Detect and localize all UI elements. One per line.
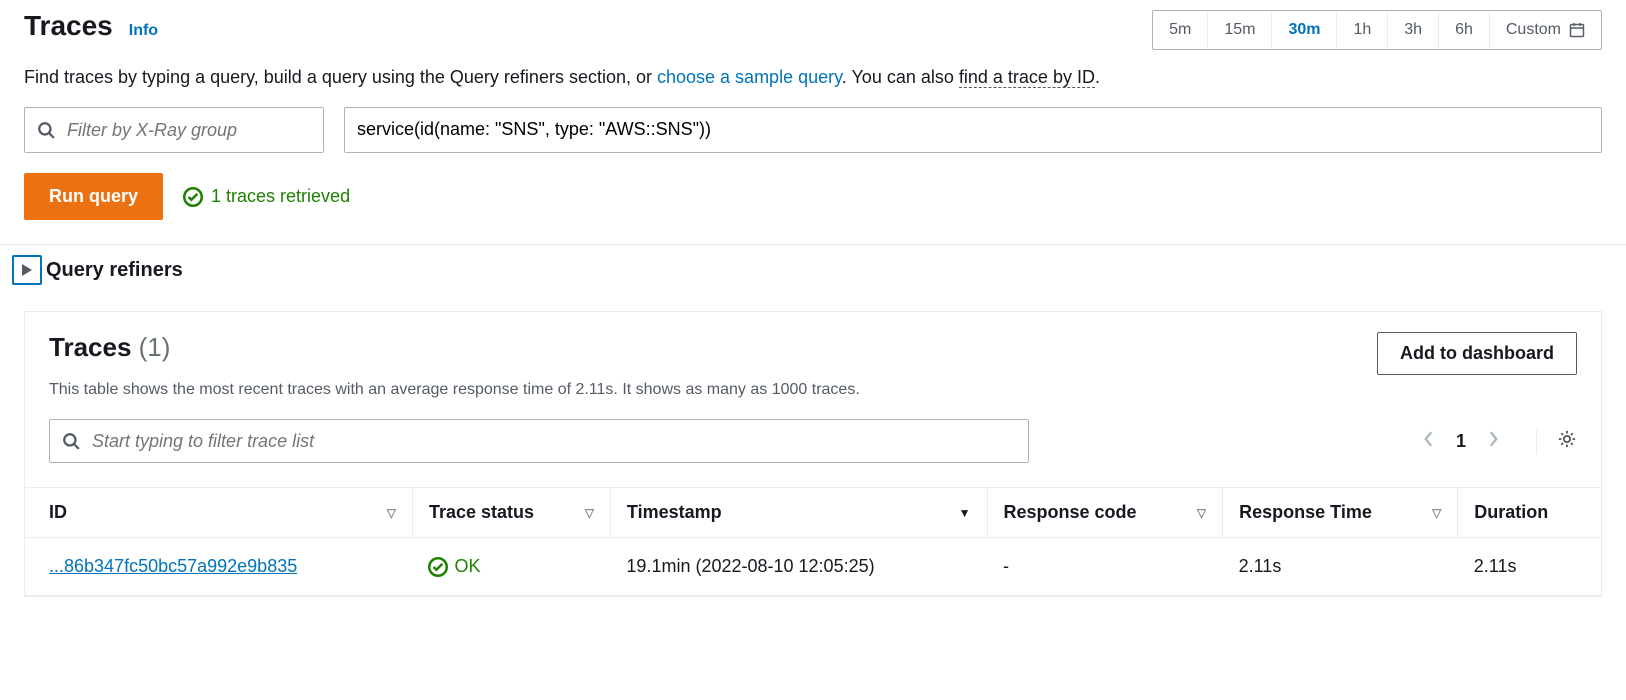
col-status[interactable]: Trace status ▽ [412,488,610,538]
page-title: Traces [24,10,113,42]
pagination: 1 [1422,429,1577,454]
time-range-selector: 5m 15m 30m 1h 3h 6h Custom [1152,10,1602,50]
check-circle-icon [428,557,448,577]
chevron-right-icon [22,264,32,276]
traces-panel-title: Traces (1) [49,332,170,362]
traces-retrieved-status: 1 traces retrieved [183,186,350,207]
trace-list-filter[interactable] [49,419,1029,463]
trace-status-ok: OK [428,556,594,577]
trace-response-code: - [987,538,1223,596]
search-icon [37,121,55,139]
prev-page-button[interactable] [1422,430,1436,453]
next-page-button[interactable] [1486,430,1500,453]
col-id[interactable]: ID ▽ [25,488,412,538]
choose-sample-query-link[interactable]: choose a sample query [657,67,842,87]
time-option-6h[interactable]: 6h [1439,11,1490,49]
traces-panel: Traces (1) Add to dashboard This table s… [24,311,1602,597]
trace-id-link[interactable]: ...86b347fc50bc57a992e9b835 [49,556,297,576]
gear-icon [1557,429,1577,449]
col-timestamp[interactable]: Timestamp ▼ [610,488,987,538]
info-link[interactable]: Info [129,22,158,40]
xray-group-filter[interactable] [24,107,324,153]
xray-group-filter-input[interactable] [65,119,311,142]
traces-panel-subtitle: This table shows the most recent traces … [25,375,1601,399]
custom-label: Custom [1506,21,1561,39]
sort-icon: ▽ [387,506,396,520]
chevron-right-icon [1486,430,1500,448]
sort-icon: ▽ [585,506,594,520]
time-option-30m[interactable]: 30m [1272,11,1337,49]
col-response-code[interactable]: Response code ▽ [987,488,1223,538]
sort-icon: ▽ [1197,506,1206,520]
calendar-icon [1569,22,1585,38]
sort-icon: ▽ [1432,506,1441,520]
time-option-15m[interactable]: 15m [1208,11,1272,49]
description-text: Find traces by typing a query, build a q… [0,50,1626,91]
traces-table: ID ▽ Trace status ▽ Timestamp ▼ Response… [25,487,1601,596]
table-row: ...86b347fc50bc57a992e9b835 OK 19.1min (… [25,538,1601,596]
time-option-3h[interactable]: 3h [1388,11,1439,49]
table-settings-button[interactable] [1536,429,1577,454]
trace-response-time: 2.11s [1223,538,1458,596]
trace-list-filter-input[interactable] [90,430,1016,453]
query-input[interactable]: service(id(name: "SNS", type: "AWS::SNS"… [344,107,1602,153]
sort-desc-icon: ▼ [959,506,971,520]
check-circle-icon [183,187,203,207]
trace-duration: 2.11s [1458,538,1601,596]
page-number: 1 [1456,431,1466,452]
time-option-custom[interactable]: Custom [1490,11,1601,49]
query-refiners-label: Query refiners [46,259,183,282]
chevron-left-icon [1422,430,1436,448]
trace-timestamp: 19.1min (2022-08-10 12:05:25) [610,538,987,596]
col-response-time[interactable]: Response Time ▽ [1223,488,1458,538]
run-query-button[interactable]: Run query [24,173,163,220]
add-to-dashboard-button[interactable]: Add to dashboard [1377,332,1577,375]
col-duration[interactable]: Duration [1458,488,1601,538]
find-trace-by-id-link[interactable]: find a trace by ID [959,67,1095,88]
time-option-5m[interactable]: 5m [1153,11,1208,49]
search-icon [62,432,80,450]
time-option-1h[interactable]: 1h [1337,11,1388,49]
query-refiners-expand[interactable] [12,255,42,285]
